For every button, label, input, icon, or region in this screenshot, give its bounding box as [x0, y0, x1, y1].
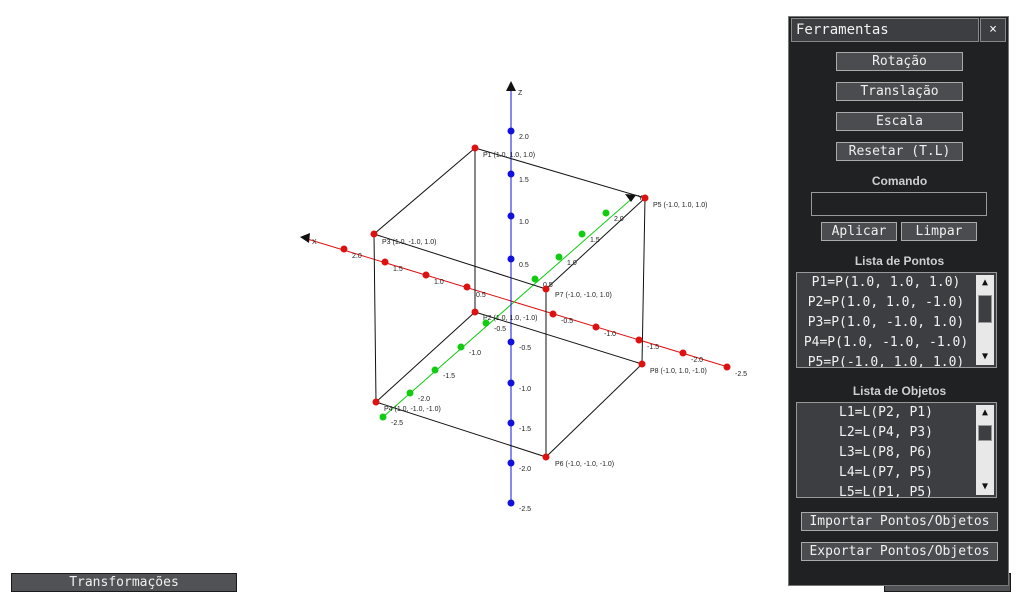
vertex-label-p8: P8 (-1.0, 1.0, -1.0): [650, 368, 707, 375]
svg-text:-2.5: -2.5: [735, 371, 747, 378]
svg-text:-1.5: -1.5: [647, 344, 659, 351]
vertex-label-p2: P2 (1.0, 1.0, -1.0): [483, 315, 537, 322]
vertex-label-p4: P4 (1.0, -1.0, -1.0): [384, 406, 441, 413]
objects-list-label: Lista de Objetos: [852, 384, 947, 398]
svg-text:2.0: 2.0: [614, 216, 624, 223]
objects-scrollbar[interactable]: ▲ ▼: [976, 405, 994, 495]
apply-button[interactable]: Aplicar: [821, 222, 897, 241]
svg-text:0.5: 0.5: [519, 262, 529, 269]
vertex-p7: [542, 285, 550, 293]
vertex-labels: P1 (1.0, 1.0, 1.0) P2 (1.0, 1.0, -1.0) P…: [382, 152, 707, 468]
list-item[interactable]: P4=P(1.0, -1.0, -1.0): [797, 333, 975, 353]
list-item[interactable]: L1=L(P2, P1): [797, 403, 975, 423]
vertex-p8: [638, 360, 646, 368]
svg-text:1.0: 1.0: [434, 279, 444, 286]
svg-text:-2.0: -2.0: [418, 396, 430, 403]
svg-text:-1.5: -1.5: [443, 373, 455, 380]
vertex-p5: [641, 194, 649, 202]
scroll-down-icon[interactable]: ▼: [976, 479, 994, 495]
vertex-label-p3: P3 (1.0, -1.0, 1.0): [382, 239, 436, 246]
z-tick-labels: 2.0 1.5 1.0 0.5 -0.5 -1.0 -1.5 -2.0 -2.5: [519, 134, 531, 513]
svg-text:2.0: 2.0: [352, 253, 362, 260]
objects-list[interactable]: L1=L(P2, P1) L2=L(P4, P3) L3=L(P8, P6) L…: [796, 402, 997, 498]
points-list-label: Lista de Pontos: [854, 254, 945, 268]
svg-text:-1.0: -1.0: [519, 386, 531, 393]
svg-text:-1.0: -1.0: [604, 331, 616, 338]
svg-text:-2.0: -2.0: [691, 357, 703, 364]
cube-vertices: [370, 144, 649, 461]
close-icon: ×: [989, 22, 997, 37]
x-axis-arrow: [300, 233, 310, 243]
svg-text:1.0: 1.0: [567, 260, 577, 267]
tools-panel: Ferramentas × Rotação Translação Escala …: [788, 16, 1009, 586]
vertex-label-p6: P6 (-1.0, -1.0, -1.0): [555, 461, 614, 468]
svg-text:1.0: 1.0: [519, 219, 529, 226]
list-item[interactable]: P5=P(-1.0, 1.0, 1.0): [797, 353, 975, 367]
close-button[interactable]: ×: [980, 18, 1006, 42]
vertex-p6: [542, 453, 550, 461]
list-item[interactable]: L4=L(P7, P5): [797, 463, 975, 483]
list-item[interactable]: P3=P(1.0, -1.0, 1.0): [797, 313, 975, 333]
svg-text:-2.5: -2.5: [519, 506, 531, 513]
svg-text:-0.5: -0.5: [494, 326, 506, 333]
translation-button[interactable]: Translação: [836, 82, 963, 101]
svg-text:-2.5: -2.5: [391, 420, 403, 427]
svg-text:-1.5: -1.5: [519, 426, 531, 433]
panel-title[interactable]: Ferramentas: [791, 18, 979, 42]
scroll-up-icon[interactable]: ▲: [976, 275, 994, 291]
points-list[interactable]: P1=P(1.0, 1.0, 1.0) P2=P(1.0, 1.0, -1.0)…: [796, 272, 997, 368]
points-scrollbar[interactable]: ▲ ▼: [976, 275, 994, 365]
transformations-button[interactable]: Transformações: [11, 573, 237, 592]
scale-button[interactable]: Escala: [836, 112, 963, 131]
x-tick-labels: 2.0 1.5 1.0 0.5 -0.5 -1.0 -1.5 -2.0 -2.5: [352, 253, 747, 378]
svg-text:2.0: 2.0: [519, 134, 529, 141]
scroll-thumb[interactable]: [978, 295, 992, 323]
command-input[interactable]: [811, 192, 987, 216]
svg-text:1.5: 1.5: [590, 237, 600, 244]
svg-text:-0.5: -0.5: [561, 318, 573, 325]
svg-text:0.5: 0.5: [476, 292, 486, 299]
vertex-p4: [372, 398, 380, 406]
command-label: Comando: [871, 174, 928, 188]
svg-text:-0.5: -0.5: [519, 345, 531, 352]
reset-button[interactable]: Resetar (T.L): [836, 142, 963, 161]
export-button[interactable]: Exportar Pontos/Objetos: [801, 542, 998, 561]
x-axis-label: X: [312, 239, 317, 246]
vertex-label-p1: P1 (1.0, 1.0, 1.0): [483, 152, 535, 159]
list-item[interactable]: L5=L(P1, P5): [797, 483, 975, 497]
vertex-p3: [370, 230, 378, 238]
svg-text:1.5: 1.5: [519, 177, 529, 184]
z-axis-arrow: [506, 81, 516, 91]
svg-text:-2.0: -2.0: [519, 466, 531, 473]
scroll-thumb[interactable]: [978, 425, 992, 441]
scroll-down-icon[interactable]: ▼: [976, 349, 994, 365]
rotation-button[interactable]: Rotação: [836, 52, 963, 71]
x-axis-line: [303, 237, 729, 368]
list-item[interactable]: L3=L(P8, P6): [797, 443, 975, 463]
svg-text:1.5: 1.5: [393, 266, 403, 273]
scroll-up-icon[interactable]: ▲: [976, 405, 994, 421]
list-item[interactable]: P1=P(1.0, 1.0, 1.0): [797, 273, 975, 293]
vertex-label-p5: P5 (-1.0, 1.0, 1.0): [653, 202, 707, 209]
z-axis-label: Z: [518, 90, 523, 97]
svg-text:-1.0: -1.0: [469, 350, 481, 357]
import-button[interactable]: Importar Pontos/Objetos: [801, 512, 998, 531]
vertex-label-p7: P7 (-1.0, -1.0, 1.0): [555, 292, 612, 299]
clear-button[interactable]: Limpar: [901, 222, 977, 241]
vertex-p1: [471, 144, 479, 152]
vertex-p2: [471, 308, 479, 316]
list-item[interactable]: P2=P(1.0, 1.0, -1.0): [797, 293, 975, 313]
list-item[interactable]: L2=L(P4, P3): [797, 423, 975, 443]
